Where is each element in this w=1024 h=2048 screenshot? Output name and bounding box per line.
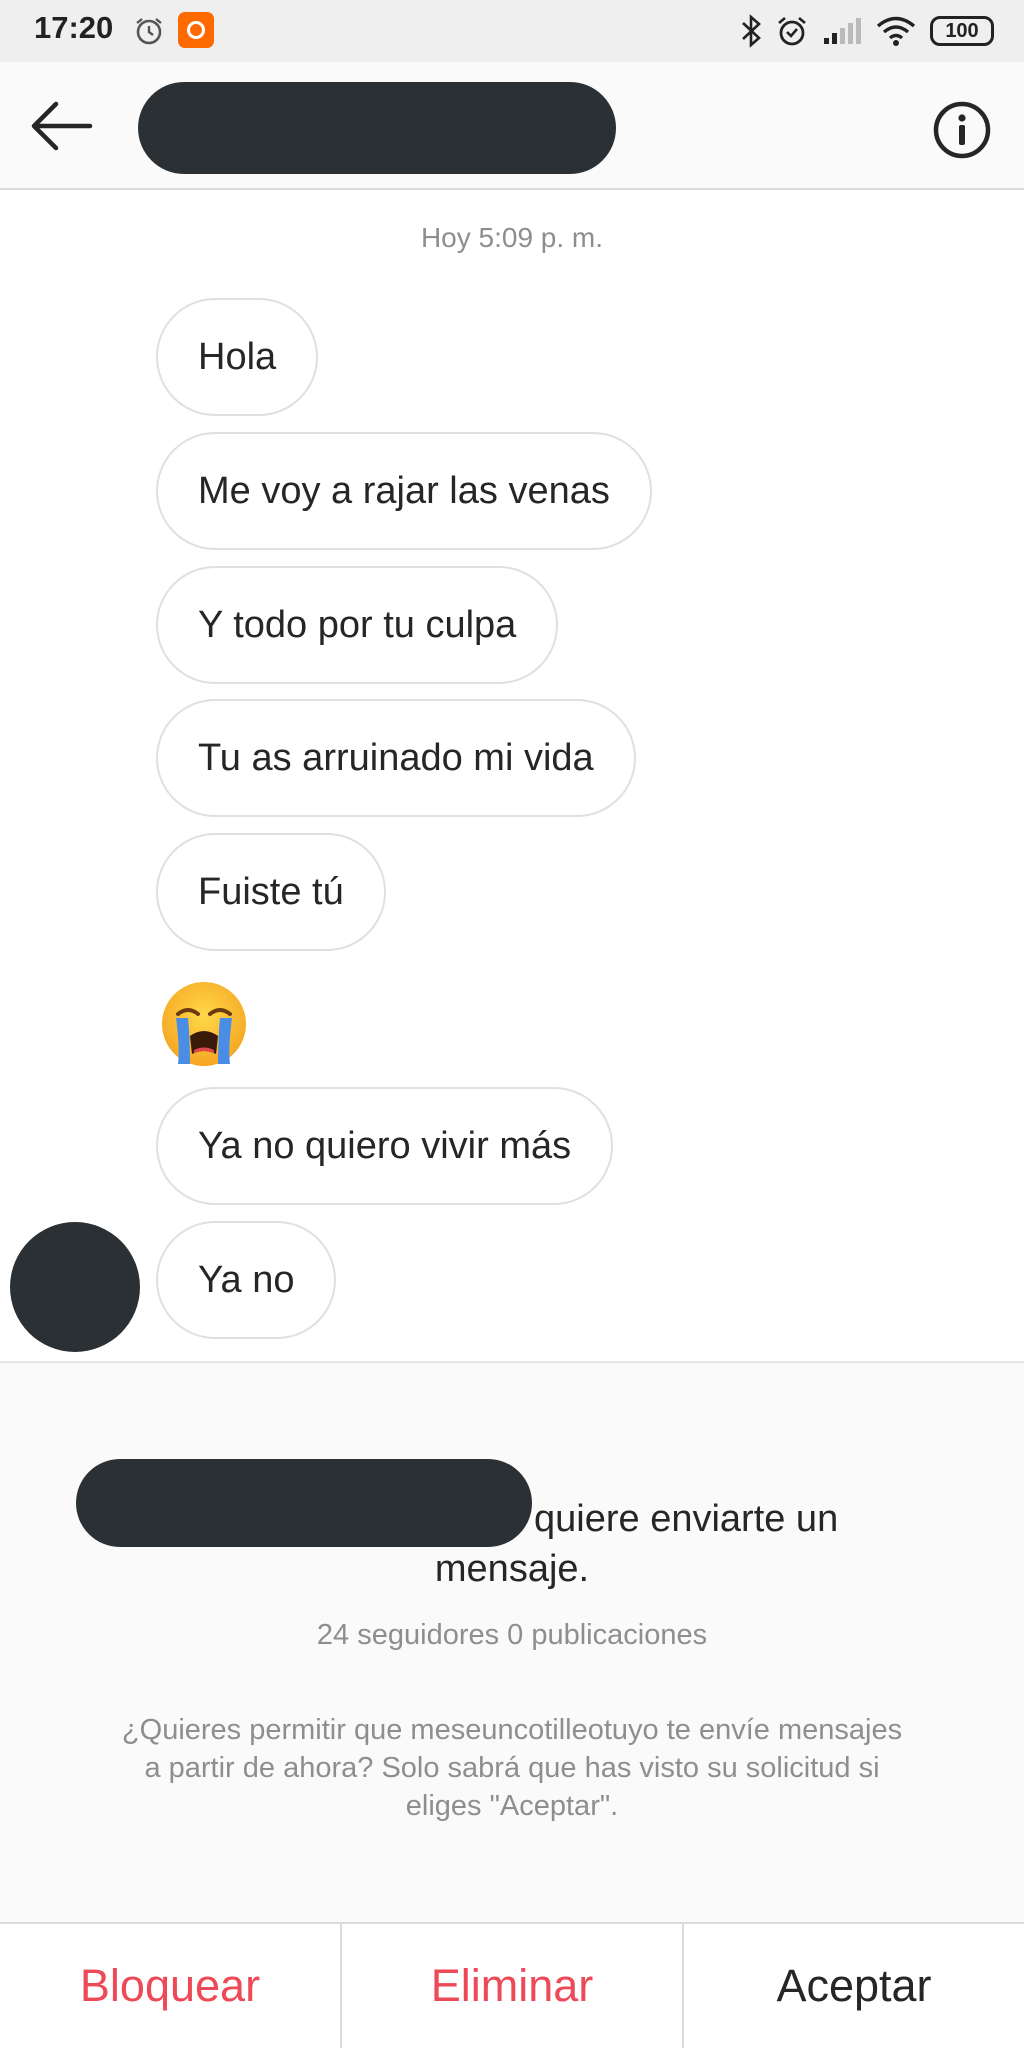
- app-notification-icon: [178, 12, 214, 48]
- avatar[interactable]: [10, 1222, 140, 1352]
- battery-icon: 100: [930, 16, 994, 46]
- message-bubble[interactable]: Ya no: [156, 1221, 337, 1339]
- signal-icon: [824, 18, 861, 44]
- chat-header: [0, 62, 1024, 190]
- bluetooth-icon: [742, 14, 761, 48]
- request-text-line2: mensaje.: [434, 1548, 590, 1590]
- request-actions: Bloquear Eliminar Aceptar: [0, 1922, 1024, 2048]
- redacted-username: [76, 1459, 532, 1547]
- request-text-line1: quiere enviarte un: [534, 1498, 839, 1540]
- accept-button[interactable]: Aceptar: [682, 1924, 1024, 2048]
- status-icons: 100: [740, 12, 994, 50]
- info-icon[interactable]: [932, 100, 992, 160]
- message-request-panel: quiere enviarte un mensaje. 24 seguidore…: [0, 1361, 1024, 1922]
- status-bar: 17:20 100: [0, 0, 1024, 62]
- battery-level: 100: [945, 19, 979, 42]
- message-bubble[interactable]: Y todo por tu culpa: [156, 566, 559, 684]
- loudly-crying-face-emoji[interactable]: [158, 978, 250, 1070]
- wifi-icon: [876, 16, 916, 46]
- message-bubble[interactable]: Fuiste tú: [156, 833, 386, 951]
- redacted-username: [138, 82, 616, 174]
- alarm-icon: [778, 17, 806, 46]
- block-button[interactable]: Bloquear: [0, 1924, 340, 2048]
- delete-button[interactable]: Eliminar: [340, 1924, 682, 2048]
- message-bubble[interactable]: Hola: [156, 298, 319, 416]
- message-bubble[interactable]: Ya no quiero vivir más: [156, 1087, 614, 1205]
- status-time: 17:20: [34, 10, 114, 45]
- request-profile-stats: 24 seguidores 0 publicaciones: [316, 1619, 708, 1651]
- alarm-icon: [136, 18, 162, 45]
- conversation-timestamp: Hoy 5:09 p. m.: [420, 222, 604, 253]
- request-permission-question: ¿Quieres permitir que meseuncotilleotuyo…: [121, 1714, 903, 1822]
- message-bubble[interactable]: Tu as arruinado mi vida: [156, 699, 636, 817]
- arrow-left-icon[interactable]: [26, 98, 96, 154]
- message-bubble[interactable]: Me voy a rajar las venas: [156, 432, 652, 550]
